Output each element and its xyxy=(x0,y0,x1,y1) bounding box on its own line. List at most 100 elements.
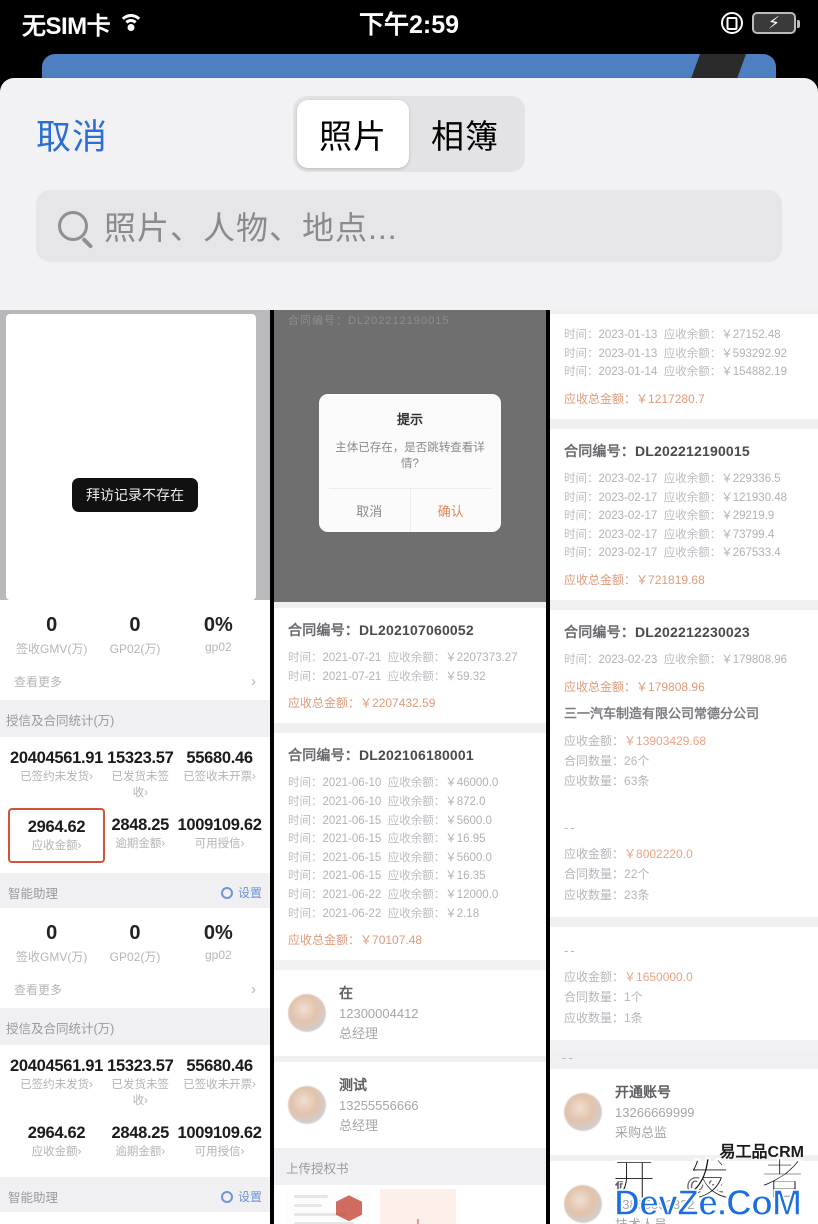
credit-label[interactable]: 已签收未开票› xyxy=(177,768,261,784)
status-bar-left: 无SIM卡 xyxy=(22,6,145,41)
credit-cell: 20404561.91 已签约未发货› xyxy=(8,1049,105,1116)
credit-value: 55680.46 xyxy=(186,749,253,767)
contact-name: 开通账号 xyxy=(615,1084,671,1101)
picker-header: 取消 照片 相簿 xyxy=(0,78,818,190)
search-icon xyxy=(58,211,88,241)
photo-thumb-contacts-upload[interactable]: 在 12300004412 总经理 测试 13255556666 总经理 上传授… xyxy=(274,970,546,1224)
credit-label[interactable]: 已签约未发货› xyxy=(10,1076,103,1092)
screen: 无SIM卡 下午2:59 ⚡ 取消 照片 相簿 照片、人物、地点... 拜访记录… xyxy=(0,0,818,1224)
add-photo-button[interactable]: + xyxy=(380,1189,456,1224)
photo-grid[interactable]: 拜访记录不存在 0 签收GMV(万) 0 GP02(万) 0% gp02 查看更多 ›… xyxy=(0,310,818,1224)
photo-thumb-receivables[interactable]: 时间：2023-01-13 应收余额：￥27152.48 时间：2023-01-… xyxy=(550,310,818,1041)
contract-no-label: 合同编号： xyxy=(288,622,359,638)
photo-thumb-dashboard-1[interactable]: 0 签收GMV(万) 0 GP02(万) 0% gp02 查看更多 › 授信及合同统计… xyxy=(0,600,270,908)
credit-value: 15323.57 xyxy=(107,1057,174,1075)
contract-no-label: 合同编号： xyxy=(288,747,359,764)
tab-photos[interactable]: 照片 xyxy=(297,100,409,168)
contact-row[interactable]: 在 12300004412 总经理 xyxy=(274,970,546,1057)
photo-thumb-contracts[interactable]: 合同编号：DL202107060052 时间：2021-07-21 应收余额：￥… xyxy=(274,602,546,961)
summary-count: 应收数量：23条 xyxy=(564,887,650,902)
contract-row: 时间：2021-07-21 应收余额：￥2207373.27 xyxy=(288,649,532,668)
credit-label[interactable]: 已签收未开票› xyxy=(177,1076,261,1092)
contract-card-partial[interactable]: 时间：2023-01-13 应收余额：￥27152.48 时间：2023-01-… xyxy=(550,314,818,419)
contract-card[interactable]: 合同编号：DL202107060052 时间：2021-07-21 应收余额：￥… xyxy=(274,608,546,724)
company-name: -- xyxy=(564,942,577,958)
picker-segmented-control[interactable]: 照片 相簿 xyxy=(293,96,525,172)
contract-card[interactable]: 合同编号：DL202212230023 时间：2023-02-23 应收余额：￥… xyxy=(550,610,818,804)
view-more-label: 查看更多 xyxy=(14,983,63,997)
credit-value: 55680.46 xyxy=(186,1057,253,1075)
list-placeholder: -- xyxy=(562,1050,575,1066)
contract-card[interactable]: 合同编号：DL202106180001 时间：2021-06-10 应收余额：￥… xyxy=(274,733,546,961)
contact-row[interactable]: 测试 13255556666 总经理 xyxy=(274,1062,546,1149)
dialog-message: 主体已存在，是否跳转查看详情? xyxy=(335,442,485,471)
credit-cell: 15323.57 已发货未签收› xyxy=(105,1049,175,1116)
credit-value: 1009109.62 xyxy=(177,816,262,834)
search-input[interactable]: 照片、人物、地点... xyxy=(36,190,782,262)
stat-label: 签收GMV(万) xyxy=(16,642,88,656)
row-time: 2021-07-21 xyxy=(322,652,382,664)
contract-row: 时间：2021-06-22 应收余额：￥12000.0 xyxy=(288,889,499,901)
status-bar-right: ⚡ xyxy=(721,12,800,34)
total-value: ￥70107.48 xyxy=(360,933,423,948)
contact-phone: 13255556666 xyxy=(339,1098,419,1114)
stat-item: 0 签收GMV(万) xyxy=(10,610,93,657)
stat-label: GP02(万) xyxy=(109,642,161,656)
contract-total: 应收总金额：￥721819.68 xyxy=(564,573,705,587)
tab-albums[interactable]: 相簿 xyxy=(409,100,521,168)
contract-row: 时间：2021-06-15 应收余额：￥16.95 xyxy=(288,833,486,846)
photo-thumb-contact-list[interactable]: -- 开通账号 13266669999 采购总监 荷 13865552322 技… xyxy=(550,1050,818,1224)
toast-message: 拜访记录不存在 xyxy=(72,478,198,512)
contract-row: 时间：2023-02-17 应收余额：￥267533.4 xyxy=(564,547,781,560)
photo-thumb-dialog[interactable]: 合同编号：DL202212190015 提示 主体已存在，是否跳转查看详情? 取… xyxy=(274,310,546,602)
photo-thumb-dashboard-2[interactable]: 0 签收GMV(万) 0 GP02(万) 0% gp02 查看更多 › 授信及合同统计… xyxy=(0,908,270,1224)
credit-label[interactable]: 可用授信› xyxy=(177,1143,261,1159)
contact-row[interactable]: 账号 13098885555 采购总监 xyxy=(0,1212,270,1224)
contact-row[interactable]: 荷 13865552322 技术人员 xyxy=(550,1161,818,1224)
photo-thumb-toast[interactable]: 拜访记录不存在 xyxy=(0,310,270,600)
summary-contracts: 合同数量：22个 xyxy=(564,867,650,882)
document-thumbnail[interactable] xyxy=(286,1189,370,1224)
total-value: ￥1217280.7 xyxy=(636,391,705,406)
avatar xyxy=(288,1086,326,1125)
credit-value: 2848.25 xyxy=(111,1124,170,1142)
contact-row[interactable]: 开通账号 13266669999 采购总监 xyxy=(550,1069,818,1156)
summary-count: 应收数量：1条 xyxy=(564,1010,643,1025)
credit-cell: 55680.46 已签收未开票› xyxy=(175,741,263,808)
upload-title: 上传授权书 xyxy=(286,1162,349,1177)
credit-label[interactable]: 应收金额› xyxy=(12,837,101,853)
settings-label: 设置 xyxy=(237,886,262,900)
contract-no: 合同编号：DL202212230023 xyxy=(564,624,750,640)
dialog-confirm-button[interactable]: 确认 xyxy=(409,489,492,533)
status-bar: 无SIM卡 下午2:59 ⚡ xyxy=(0,0,818,46)
stat-value: 0% xyxy=(203,614,233,636)
summary-card[interactable]: -- 应收金额：￥1650000.0 合同数量：1个 应收数量：1条 xyxy=(550,926,818,1041)
stat-label: gp02 xyxy=(204,948,232,962)
dialog-cancel-button[interactable]: 取消 xyxy=(329,489,410,532)
contact-phone: 12300004412 xyxy=(339,1006,419,1022)
avatar xyxy=(564,1093,602,1132)
credit-label[interactable]: 已发货未签收› xyxy=(107,1076,173,1108)
contact-role: 采购总监 xyxy=(615,1124,668,1140)
summary-card[interactable]: -- 应收金额：￥8002220.0 合同数量：22个 应收数量：23条 xyxy=(550,803,818,917)
company-name: 三一汽车制造有限公司常德分公司 xyxy=(564,705,760,721)
cancel-button[interactable]: 取消 xyxy=(36,109,108,160)
credit-label[interactable]: 逾期金额› xyxy=(107,835,173,851)
credit-label[interactable]: 已签约未发货› xyxy=(10,768,103,784)
avatar xyxy=(564,1185,602,1224)
settings-button[interactable]: 设置 xyxy=(220,1188,262,1205)
total-label: 应收总金额： xyxy=(288,933,361,948)
view-more-row[interactable]: 查看更多 › xyxy=(10,965,260,1004)
credit-value: 2964.62 xyxy=(27,1124,86,1142)
view-more-row[interactable]: 查看更多 › xyxy=(10,657,260,696)
upload-box: + xyxy=(274,1185,546,1224)
contract-card[interactable]: 合同编号：DL202212190015 时间：2023-02-17 应收余额：￥… xyxy=(550,428,818,600)
credit-label[interactable]: 可用授信› xyxy=(177,835,261,851)
credit-label[interactable]: 已发货未签收› xyxy=(107,768,173,800)
summary-contracts: 合同数量：26个 xyxy=(564,754,650,769)
credit-label[interactable]: 应收金额› xyxy=(10,1143,103,1159)
settings-button[interactable]: 设置 xyxy=(220,884,262,901)
stat-label: gp02 xyxy=(204,640,232,654)
credit-label[interactable]: 逾期金额› xyxy=(107,1143,173,1159)
stat-item: 0 签收GMV(万) xyxy=(10,918,93,965)
